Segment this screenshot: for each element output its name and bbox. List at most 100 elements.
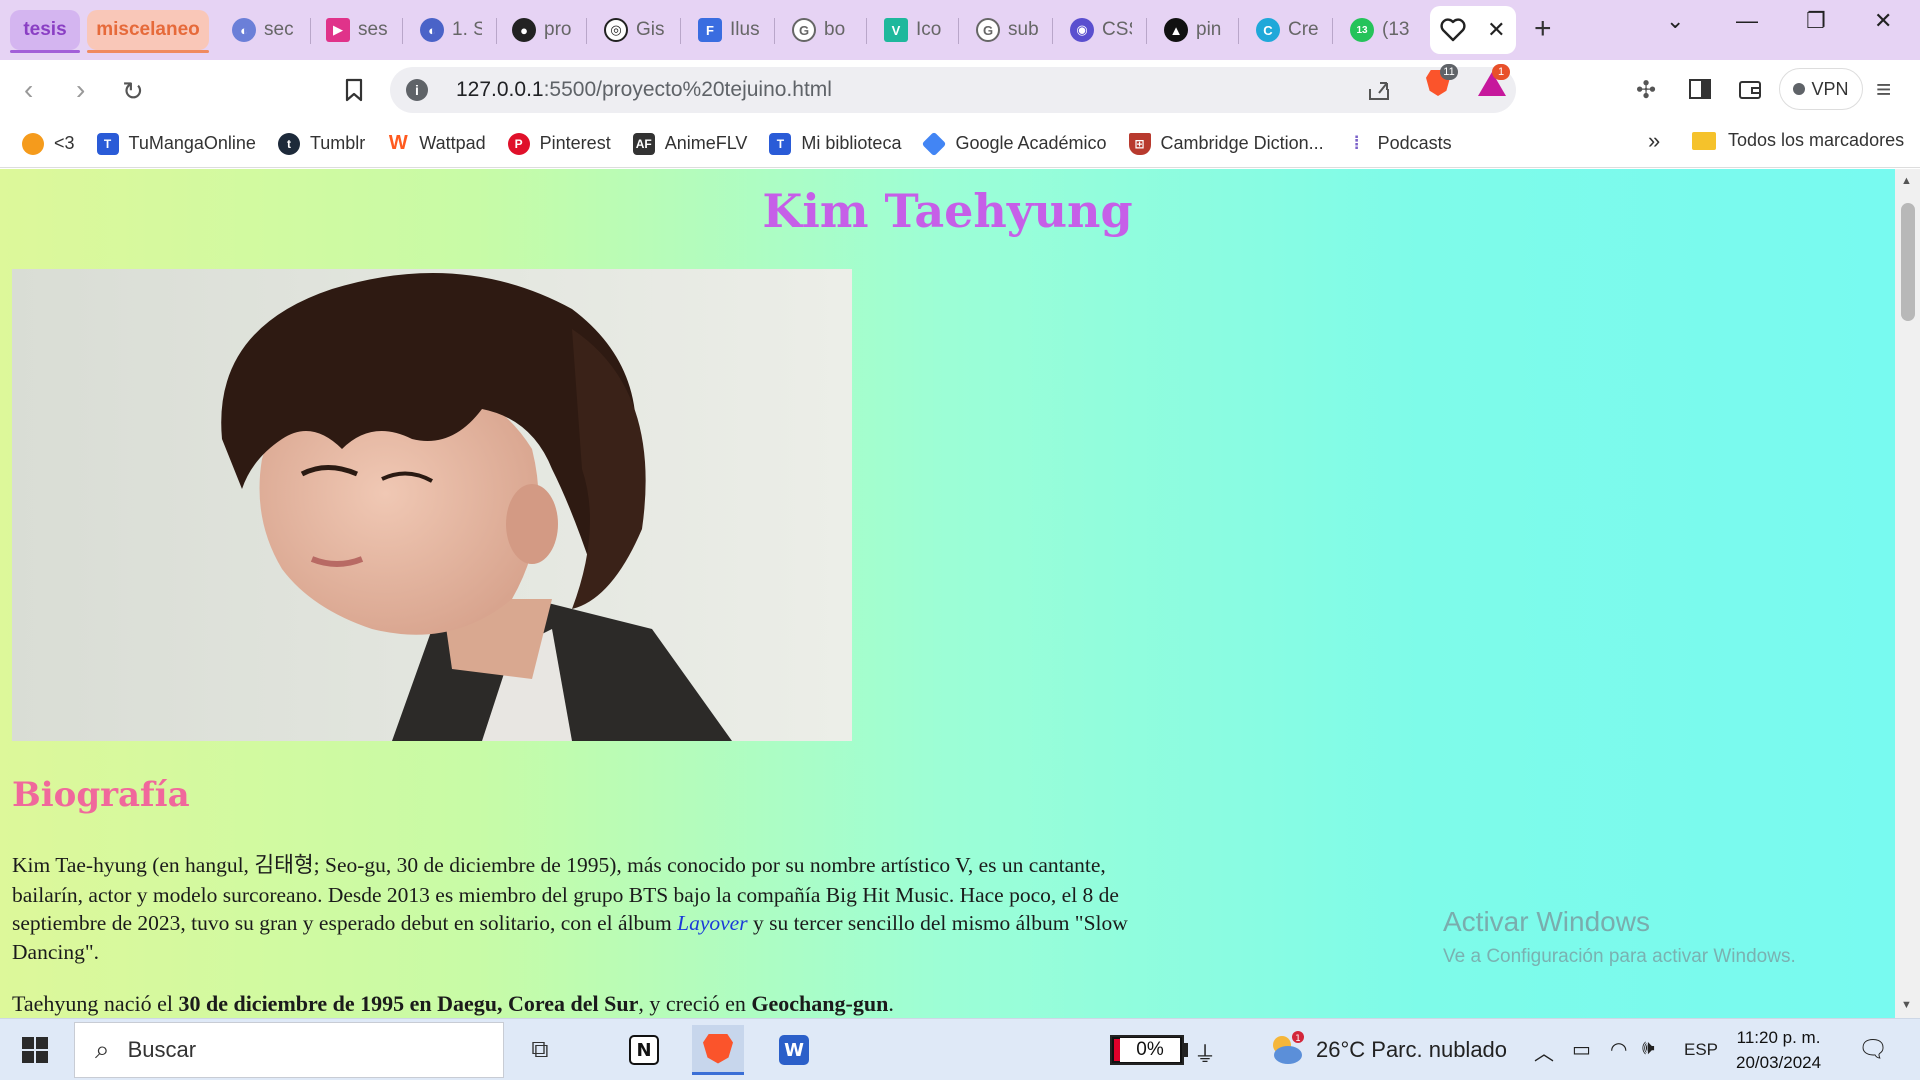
canva-icon: C xyxy=(1256,18,1280,42)
more-bookmarks-button[interactable]: » xyxy=(1648,128,1660,154)
wallet-icon[interactable] xyxy=(1738,78,1762,100)
bookmark-item[interactable]: T TuMangaOnline xyxy=(96,132,256,155)
language-indicator[interactable]: ESP xyxy=(1684,1040,1718,1060)
birth-info: 30 de diciembre de 1995 en Daegu, Corea … xyxy=(178,991,639,1016)
url-text[interactable]: 127.0.0.1:5500/proyecto%20tejuino.html xyxy=(456,78,832,102)
tab-title: sub xyxy=(1008,19,1038,40)
new-tab-button[interactable]: + xyxy=(1534,12,1552,46)
cambridge-icon: ⊞ xyxy=(1128,132,1151,155)
taskbar-search[interactable]: ⌕ Buscar xyxy=(74,1022,504,1078)
weather-badge: 1 xyxy=(1295,1034,1301,1044)
bookmark-label: Podcasts xyxy=(1377,133,1452,153)
task-view-button[interactable]: ⧉ xyxy=(514,1025,566,1075)
scrollbar-thumb[interactable] xyxy=(1901,203,1915,321)
weather-text[interactable]: 26°C Parc. nublado xyxy=(1316,1037,1507,1063)
tab-pro[interactable]: ● pro xyxy=(500,6,582,54)
notion-app[interactable]: N xyxy=(618,1025,670,1075)
tab-13[interactable]: 13 (13 xyxy=(1338,6,1424,54)
tab-cre[interactable]: C Cre xyxy=(1244,6,1326,54)
tab-title: pin xyxy=(1196,19,1222,40)
tab-sec[interactable]: ◐ sec xyxy=(220,6,302,54)
bookmark-item[interactable]: AF AnimeFLV xyxy=(632,132,748,155)
tab-separator xyxy=(402,18,403,44)
tab-search-icon[interactable]: ⌄ xyxy=(1666,8,1684,34)
close-window-icon[interactable]: ✕ xyxy=(1874,8,1892,34)
bookmark-item[interactable]: ⁞ Podcasts xyxy=(1346,133,1452,155)
start-windows-icon[interactable] xyxy=(22,1037,48,1063)
scroll-down-arrow-icon[interactable]: ▼ xyxy=(1901,999,1912,1011)
bookmark-icon[interactable] xyxy=(344,78,364,102)
tab-separator xyxy=(1332,18,1333,44)
vpn-label: VPN xyxy=(1811,78,1849,99)
minimize-icon[interactable]: — xyxy=(1736,8,1758,34)
orange-icon xyxy=(22,132,44,155)
all-bookmarks-label: Todos los marcadores xyxy=(1728,130,1905,150)
bookmark-item[interactable]: P Pinterest xyxy=(507,132,611,155)
clock[interactable]: 11:20 p. m. 20/03/2024 xyxy=(1736,1025,1821,1075)
activate-windows-watermark: Activar Windows Ve a Configuración para … xyxy=(1443,906,1796,968)
chevron-up-icon[interactable]: ︿ xyxy=(1534,1037,1554,1066)
battery-indicator[interactable]: 0% xyxy=(1110,1035,1184,1065)
word-icon: W xyxy=(779,1035,809,1065)
rewards-count-badge: 1 xyxy=(1492,64,1510,80)
site-info-icon[interactable]: i xyxy=(406,79,428,101)
tmo-icon: T xyxy=(96,132,119,155)
tab-css[interactable]: ◉ CSS xyxy=(1058,6,1140,54)
sidebar-icon[interactable] xyxy=(1688,78,1712,100)
forward-arrow-icon[interactable]: › xyxy=(76,74,85,106)
vpn-status-icon xyxy=(1793,83,1806,95)
bookmark-label: AnimeFLV xyxy=(664,133,748,153)
tab-bo[interactable]: Gbo xyxy=(780,6,862,54)
volume-icon[interactable]: 🕪 xyxy=(1642,1037,1655,1060)
wifi-icon[interactable]: ◠ xyxy=(1610,1037,1627,1062)
biography-heading: Biografía xyxy=(12,775,190,815)
tab-group-tesis[interactable]: tesis xyxy=(10,10,80,53)
para2-text-c: . xyxy=(888,991,894,1016)
bookmark-item[interactable]: W Wattpad xyxy=(387,132,486,155)
tab-ico[interactable]: V Ico xyxy=(872,6,954,54)
tab-gis[interactable]: ◎ Gis xyxy=(592,6,674,54)
extensions-icon[interactable]: ✣ xyxy=(1636,76,1656,105)
watermark-line2: Ve a Configuración para activar Windows. xyxy=(1443,946,1796,967)
scroll-up-arrow-icon[interactable]: ▲ xyxy=(1901,175,1912,187)
tablet-icon[interactable]: ▭ xyxy=(1572,1037,1591,1062)
bookmark-label: Pinterest xyxy=(539,133,611,153)
weather-cloud-icon[interactable]: 1 xyxy=(1268,1031,1304,1067)
tab-sub[interactable]: Gsub xyxy=(964,6,1046,54)
task-view-icon: ⧉ xyxy=(531,1036,549,1063)
album-name: Layover xyxy=(677,911,748,935)
bookmark-item[interactable]: <3 xyxy=(22,132,75,155)
tab-ses[interactable]: ▶ ses xyxy=(314,6,396,54)
vpn-button[interactable]: VPN xyxy=(1779,68,1863,110)
tmo-icon: T xyxy=(769,132,792,155)
tab-title: Ico xyxy=(916,19,942,40)
tab-pin[interactable]: ▲ pin xyxy=(1152,6,1234,54)
tab-active[interactable]: ✕ xyxy=(1430,6,1516,54)
bookmarks-bar: <3 T TuMangaOnline t Tumblr W Wattpad P Pint… xyxy=(0,120,1920,168)
bookmark-item[interactable]: t Tumblr xyxy=(277,132,365,155)
close-tab-icon[interactable]: ✕ xyxy=(1487,17,1505,43)
tab-ilus[interactable]: F Ilus xyxy=(686,6,768,54)
restore-icon[interactable]: ❐ xyxy=(1806,8,1826,34)
share-icon[interactable] xyxy=(1366,77,1392,103)
word-app[interactable]: W xyxy=(768,1025,820,1075)
page-scrollbar[interactable]: ▲ ▼ xyxy=(1895,169,1920,1018)
bookmark-item[interactable]: ⊞ Cambridge Diction... xyxy=(1128,132,1324,155)
play-icon: ▶ xyxy=(326,18,350,42)
tab-group-miscelaneo[interactable]: miscelaneo xyxy=(87,10,209,53)
menu-icon[interactable]: ≡ xyxy=(1876,74,1891,105)
notifications-icon[interactable]: 🗨 xyxy=(1858,1035,1888,1064)
bookmark-item[interactable]: Google Académico xyxy=(922,131,1107,156)
address-bar[interactable]: i 127.0.0.1:5500/proyecto%20tejuino.html xyxy=(390,67,1516,113)
bookmark-item[interactable]: T Mi biblioteca xyxy=(769,132,901,155)
google-icon: G xyxy=(976,18,1000,42)
back-arrow-icon[interactable]: ‹ xyxy=(24,74,33,106)
reload-icon[interactable]: ↻ xyxy=(122,76,144,107)
tab-title: Gis xyxy=(636,19,665,40)
brave-app[interactable] xyxy=(692,1025,744,1075)
podcasts-icon: ⁞ xyxy=(1353,133,1360,153)
tab-title: 1. S xyxy=(452,19,482,40)
all-bookmarks-button[interactable]: Todos los marcadores xyxy=(1692,130,1904,151)
tab-1s[interactable]: ◐ 1. S xyxy=(408,6,490,54)
shield-count-badge: 11 xyxy=(1440,64,1458,80)
